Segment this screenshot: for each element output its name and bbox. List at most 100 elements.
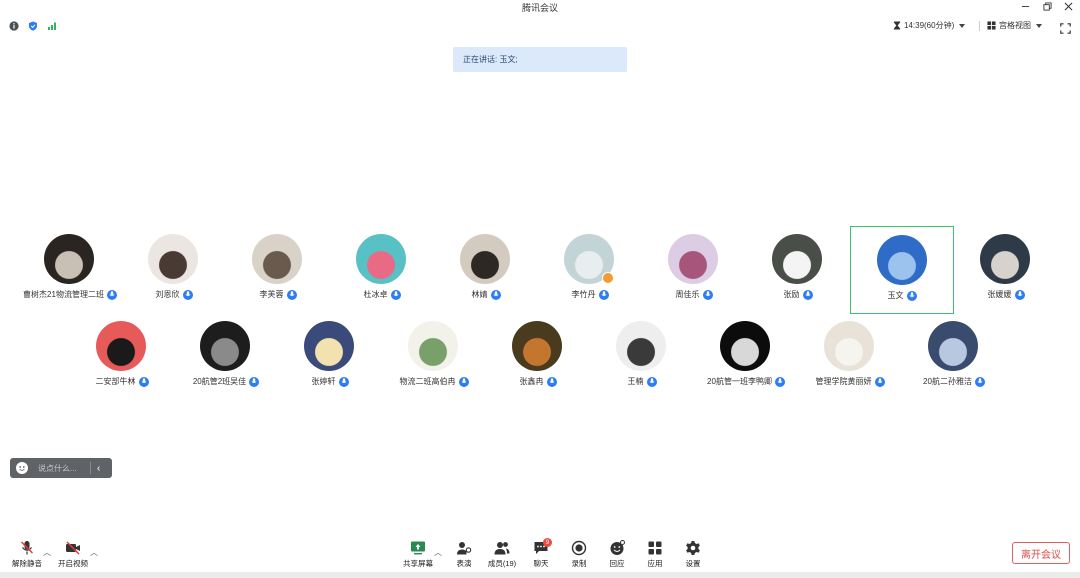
mic-icon bbox=[546, 376, 557, 387]
info-icon[interactable] bbox=[9, 21, 19, 31]
avatar bbox=[200, 321, 250, 371]
participant-tile[interactable]: 张婷轩 bbox=[278, 313, 382, 401]
bottom-strip bbox=[0, 572, 1080, 578]
restore-button[interactable] bbox=[1038, 0, 1056, 12]
avatar bbox=[720, 321, 770, 371]
participant-tile[interactable]: 李竹丹 bbox=[538, 226, 642, 314]
chat-badge: 9 bbox=[543, 538, 552, 547]
security-shield-icon[interactable] bbox=[28, 21, 38, 31]
chat-input-bar[interactable]: 说点什么... ‹ bbox=[10, 458, 112, 478]
avatar bbox=[668, 234, 718, 284]
participant-tile[interactable]: 20航管一班李鸭卿 bbox=[694, 313, 798, 401]
mic-icon bbox=[802, 289, 813, 300]
avatar bbox=[512, 321, 562, 371]
record-icon bbox=[571, 540, 587, 556]
video-off-icon bbox=[66, 541, 80, 555]
avatar bbox=[44, 234, 94, 284]
participant-tile[interactable]: 周佳乐 bbox=[642, 226, 746, 314]
mic-icon bbox=[874, 376, 885, 387]
participant-tile[interactable]: 林婧 bbox=[434, 226, 538, 314]
start-video-button[interactable]: 开启视频 bbox=[55, 540, 91, 570]
mic-icon bbox=[646, 376, 657, 387]
participant-name: 周佳乐 bbox=[675, 290, 700, 299]
participant-tile[interactable]: 管理学院黄丽妍 bbox=[798, 313, 902, 401]
apps-label: 应用 bbox=[647, 559, 663, 568]
participant-name: 张励 bbox=[783, 290, 800, 299]
avatar bbox=[408, 321, 458, 371]
participant-tile[interactable]: 李芙蓉 bbox=[226, 226, 330, 314]
participant-tile[interactable]: 张媛媛 bbox=[954, 226, 1058, 314]
avatar bbox=[96, 321, 146, 371]
participant-name: 张婷轩 bbox=[311, 377, 336, 386]
members-button[interactable]: 成员(19) bbox=[484, 540, 520, 570]
signal-strength-icon[interactable] bbox=[47, 21, 57, 31]
avatar bbox=[928, 321, 978, 371]
meeting-timer[interactable]: 14:39(60分钟) bbox=[893, 20, 966, 31]
settings-button[interactable]: 设置 bbox=[675, 540, 711, 570]
mic-icon bbox=[974, 376, 985, 387]
participant-name: 物流二班高伯冉 bbox=[399, 377, 456, 386]
reactions-button[interactable]: 回应 bbox=[599, 540, 635, 570]
view-mode-selector[interactable]: 宫格视图 bbox=[987, 20, 1042, 31]
participant-tile[interactable]: 张励 bbox=[746, 226, 850, 314]
speaking-indicator: 正在讲话: 玉文; bbox=[453, 47, 627, 72]
apps-button[interactable]: 应用 bbox=[637, 540, 673, 570]
mic-icon bbox=[702, 289, 713, 300]
participant-tile[interactable]: 20航二孙雅洁 bbox=[902, 313, 1006, 401]
fullscreen-icon[interactable] bbox=[1060, 21, 1071, 34]
close-button[interactable] bbox=[1059, 0, 1077, 12]
participant-tile[interactable]: 20航管2班吴佳 bbox=[174, 313, 278, 401]
participant-name: 曹树杰21物流管理二班 bbox=[23, 290, 104, 299]
chat-label: 聊天 bbox=[533, 559, 549, 568]
minimize-button[interactable] bbox=[1016, 0, 1034, 12]
unmute-button[interactable]: 解除静音 bbox=[9, 540, 45, 570]
participant-tile[interactable]: 张鑫冉 bbox=[486, 313, 590, 401]
chevron-down-icon bbox=[959, 23, 966, 28]
gear-icon bbox=[686, 541, 700, 555]
avatar bbox=[148, 234, 198, 284]
participant-tile[interactable]: 王楠 bbox=[590, 313, 694, 401]
avatar bbox=[772, 234, 822, 284]
chevron-up-icon[interactable]: ︿ bbox=[43, 547, 51, 558]
chat-button[interactable]: 9 聊天 bbox=[523, 538, 559, 570]
view-mode-label: 宫格视图 bbox=[999, 21, 1031, 30]
grid-view-icon bbox=[987, 21, 996, 30]
participant-name: 刘恩欣 bbox=[155, 290, 180, 299]
avatar bbox=[252, 234, 302, 284]
participant-tile[interactable]: 曹树杰21物流管理二班 bbox=[18, 226, 122, 314]
smiley-icon bbox=[610, 540, 625, 555]
leave-meeting-button[interactable]: 离开会议 bbox=[1012, 542, 1070, 564]
reactions-label: 回应 bbox=[609, 559, 625, 568]
participant-tile[interactable]: 二安部牛林 bbox=[70, 313, 174, 401]
avatar bbox=[356, 234, 406, 284]
chevron-up-icon[interactable]: ︿ bbox=[434, 547, 442, 558]
emoji-icon[interactable] bbox=[16, 462, 28, 474]
participant-name: 20航二孙雅洁 bbox=[923, 377, 972, 386]
participant-name: 杜冰卓 bbox=[363, 290, 388, 299]
apps-grid-icon bbox=[648, 541, 662, 555]
mic-icon bbox=[458, 376, 469, 387]
participant-tile[interactable]: 杜冰卓 bbox=[330, 226, 434, 314]
participant-tile[interactable]: 玉文 bbox=[850, 226, 954, 314]
share-screen-label: 共享屏幕 bbox=[403, 559, 433, 568]
mic-icon bbox=[490, 289, 501, 300]
participant-name: 20航管一班李鸭卿 bbox=[707, 377, 772, 386]
participant-name-line: 张媛媛 bbox=[940, 289, 1072, 300]
avatar bbox=[877, 235, 927, 285]
hand-label: 表演 bbox=[456, 559, 472, 568]
avatar bbox=[460, 234, 510, 284]
chevron-left-icon[interactable]: ‹ bbox=[97, 463, 100, 474]
divider bbox=[90, 462, 91, 474]
record-button[interactable]: 录制 bbox=[561, 540, 597, 570]
participant-tile[interactable]: 刘恩欣 bbox=[122, 226, 226, 314]
share-screen-button[interactable]: 共享屏幕 bbox=[400, 540, 436, 570]
participant-name: 20航管2班吴佳 bbox=[192, 377, 247, 386]
mic-icon bbox=[249, 376, 260, 387]
participant-name: 二安部牛林 bbox=[95, 377, 136, 386]
chat-placeholder: 说点什么... bbox=[38, 463, 77, 473]
participant-name-line: 20航二孙雅洁 bbox=[888, 376, 1020, 387]
window-title: 腾讯会议 bbox=[521, 3, 558, 13]
hand-button[interactable]: 表演 bbox=[446, 540, 482, 570]
participant-tile[interactable]: 物流二班高伯冉 bbox=[382, 313, 486, 401]
chevron-up-icon[interactable]: ︿ bbox=[90, 547, 98, 558]
